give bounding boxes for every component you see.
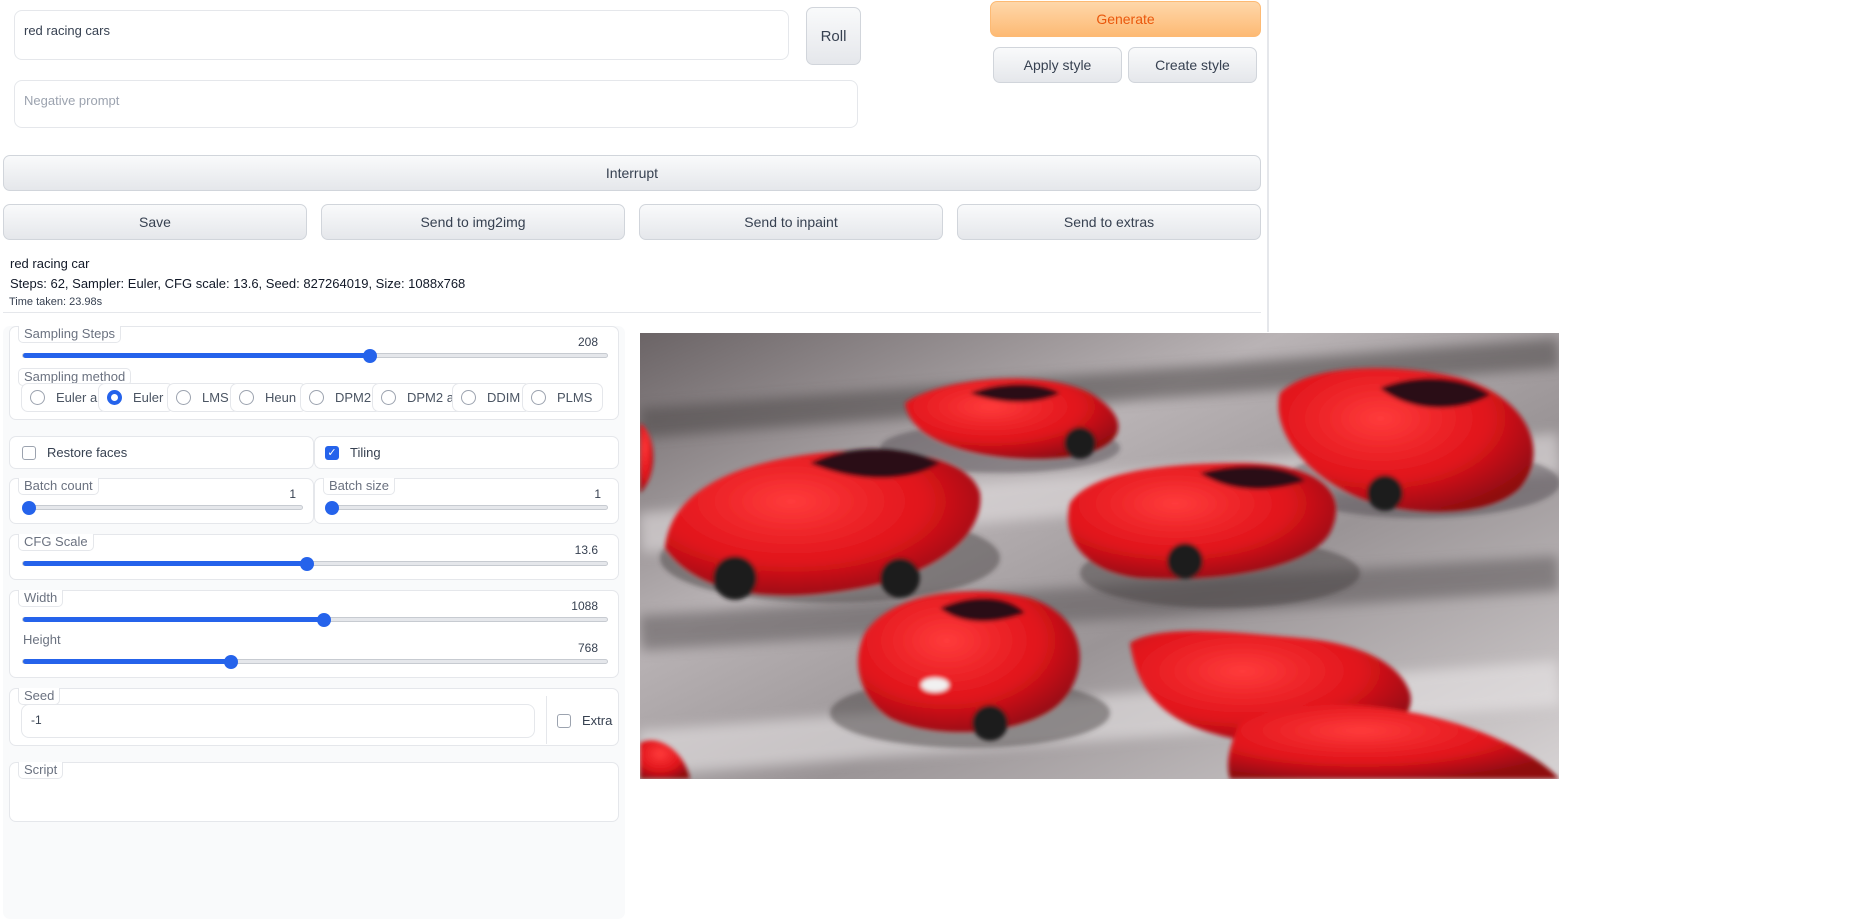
batch-size-value: 1 [594,487,601,501]
create-style-button[interactable]: Create style [1128,47,1257,83]
sampling-steps-slider[interactable] [22,349,608,363]
seed-input[interactable]: -1 [21,704,535,738]
radio-icon [239,390,254,405]
height-label: Height [18,632,66,648]
seed-extra-label: Extra [582,713,613,728]
send-to-inpaint-button[interactable]: Send to inpaint [639,204,943,240]
tiling-label: Tiling [350,445,381,460]
width-label: Width [18,590,64,607]
width-value: 1088 [571,599,598,613]
apply-style-button[interactable]: Apply style [993,47,1122,83]
sampler-option-label: Heun [265,390,297,405]
info-params: Steps: 62, Sampler: Euler, CFG scale: 13… [10,276,466,291]
height-value: 768 [577,641,598,655]
sampler-option[interactable]: Heun [230,383,308,412]
radio-icon [107,390,122,405]
dimensions-panel: Width 1088 Height 768 [9,590,619,678]
cfg-scale-label: CFG Scale [18,534,94,551]
sampler-option[interactable]: PLMS [522,383,604,412]
radio-icon [531,390,546,405]
seed-extra-checkbox[interactable]: Extra [557,713,612,728]
restore-faces-checkbox[interactable]: Restore faces [22,445,127,460]
radio-icon [176,390,191,405]
batch-count-slider[interactable] [22,501,303,515]
roll-button[interactable]: Roll [806,7,861,65]
generated-image[interactable] [640,333,1559,779]
sampler-option[interactable]: Euler a [21,383,109,412]
batch-count-label: Batch count [18,478,99,495]
checkbox-icon [557,713,571,728]
radio-icon [461,390,476,405]
radio-icon [30,390,45,405]
save-button[interactable]: Save [3,204,307,240]
column-divider [1267,0,1269,332]
generate-button[interactable]: Generate [990,1,1261,37]
sampler-option-label: Euler a [56,390,98,405]
height-slider[interactable] [22,655,608,669]
script-panel: Script [9,762,619,822]
info-time: Time taken: 23.98s [9,296,103,308]
tiling-checkbox[interactable]: ✓ Tiling [325,445,381,460]
checkbox-icon: ✓ [325,445,339,460]
sampler-option[interactable]: LMS [167,383,240,412]
sampling-steps-value: 208 [577,335,598,349]
width-slider[interactable] [22,613,608,627]
batch-size-slider[interactable] [325,501,608,515]
seed-extra-divider [546,696,547,744]
sampling-steps-label: Sampling Steps [18,326,122,343]
checkbox-icon [22,445,36,460]
cfg-scale-value: 13.6 [574,543,598,557]
prompt-input[interactable]: red racing cars [14,10,789,60]
info-title: red racing car [10,256,90,271]
sampler-option[interactable]: Euler [98,383,175,412]
radio-icon [309,390,324,405]
seed-label: Seed [18,688,61,705]
negative-prompt-input[interactable]: Negative prompt [14,80,858,128]
send-to-extras-button[interactable]: Send to extras [957,204,1261,240]
red-racing-cars-image [640,333,1559,779]
send-to-img2img-button[interactable]: Send to img2img [321,204,625,240]
script-label: Script [18,762,64,779]
cfg-scale-panel: CFG Scale 13.6 [9,534,619,580]
sampler-option-label: PLMS [557,390,593,405]
sampler-option-label: DPM2 [335,390,372,405]
batch-size-label: Batch size [323,478,395,495]
radio-icon [381,390,396,405]
batch-count-panel: Batch count 1 [9,478,314,524]
sampler-option-label: DPM2 a [407,390,454,405]
batch-size-panel: Batch size 1 [314,478,619,524]
restore-faces-label: Restore faces [47,445,128,460]
cfg-scale-slider[interactable] [22,557,608,571]
batch-count-value: 1 [289,487,296,501]
sampler-option-label: DDIM [487,390,521,405]
info-divider [3,312,1261,313]
interrupt-button[interactable]: Interrupt [3,155,1261,191]
sampler-option-label: Euler [133,390,164,405]
sampler-option-label: LMS [202,390,229,405]
sampler-option[interactable]: DPM2 [300,383,383,412]
sampler-option[interactable]: DDIM [452,383,532,412]
